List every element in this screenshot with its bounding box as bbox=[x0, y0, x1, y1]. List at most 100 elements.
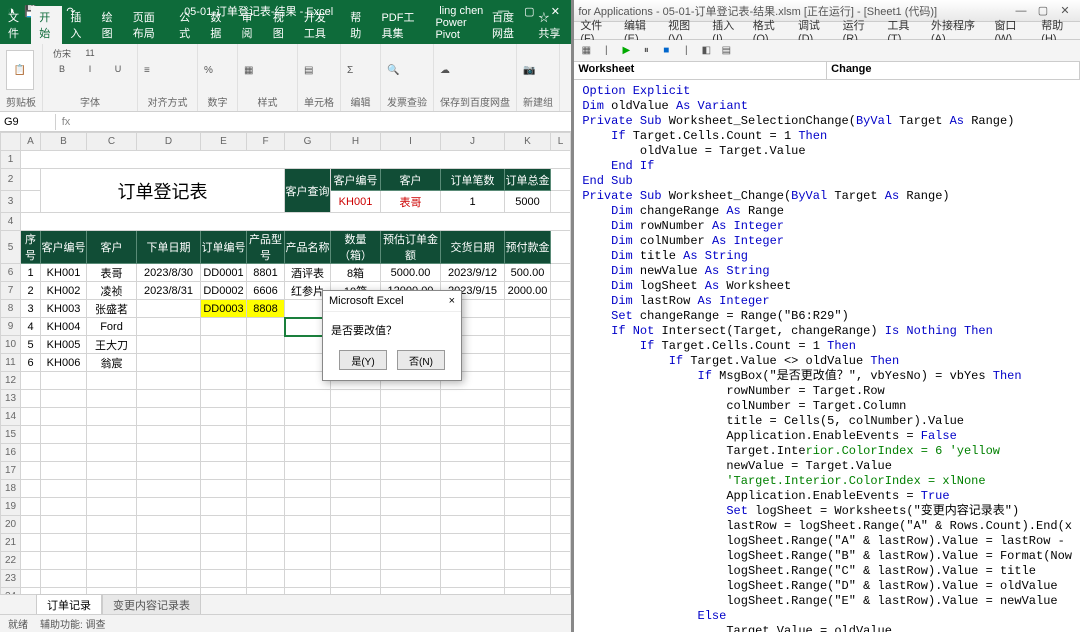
row-header[interactable]: 19 bbox=[1, 498, 21, 516]
cell[interactable]: KH001 bbox=[331, 191, 381, 213]
msgbox-close-icon[interactable]: × bbox=[449, 295, 455, 307]
row-header[interactable]: 18 bbox=[1, 480, 21, 498]
fontsize-select[interactable]: 11 bbox=[77, 46, 103, 60]
cell[interactable] bbox=[201, 426, 247, 444]
msgbox-yes-button[interactable]: 是(Y) bbox=[339, 350, 387, 370]
italic-button[interactable]: I bbox=[77, 62, 103, 76]
cell[interactable] bbox=[331, 408, 381, 426]
font-select[interactable]: 仿宋 bbox=[49, 46, 75, 60]
cell[interactable] bbox=[551, 552, 571, 570]
cell[interactable] bbox=[21, 408, 41, 426]
cell[interactable] bbox=[381, 408, 441, 426]
ribbon-tab-1[interactable]: 开始 bbox=[31, 6, 62, 44]
cell[interactable]: KH003 bbox=[41, 300, 87, 318]
cell[interactable] bbox=[21, 588, 41, 595]
cell[interactable] bbox=[87, 534, 137, 552]
cell[interactable] bbox=[201, 372, 247, 390]
cell[interactable]: 1 bbox=[441, 191, 505, 213]
cell[interactable]: 订单编号 bbox=[201, 231, 247, 264]
cell[interactable] bbox=[247, 408, 285, 426]
cell[interactable]: 2023/8/30 bbox=[137, 264, 201, 282]
cell[interactable]: 订单登记表 bbox=[41, 169, 285, 213]
cell[interactable]: 表哥 bbox=[87, 264, 137, 282]
cell[interactable] bbox=[551, 169, 571, 191]
vba-stop-icon[interactable]: ■ bbox=[658, 43, 674, 59]
cell[interactable] bbox=[137, 354, 201, 372]
cell[interactable]: 客户编号 bbox=[331, 169, 381, 191]
cell[interactable]: 序号 bbox=[21, 231, 41, 264]
cell[interactable] bbox=[137, 480, 201, 498]
cell[interactable] bbox=[201, 534, 247, 552]
cell[interactable] bbox=[285, 534, 331, 552]
cell[interactable]: DD0001 bbox=[201, 264, 247, 282]
cell[interactable]: 5 bbox=[21, 336, 41, 354]
row-header[interactable]: 6 bbox=[1, 264, 21, 282]
cell[interactable] bbox=[201, 390, 247, 408]
cell[interactable] bbox=[41, 444, 87, 462]
col-header[interactable]: C bbox=[87, 133, 137, 151]
row-header[interactable]: 14 bbox=[1, 408, 21, 426]
cell[interactable] bbox=[87, 462, 137, 480]
cell[interactable] bbox=[247, 372, 285, 390]
cell[interactable]: 5000 bbox=[505, 191, 551, 213]
ribbon-tab-6[interactable]: 数据 bbox=[202, 6, 233, 44]
cell[interactable] bbox=[381, 588, 441, 595]
row-header[interactable]: 15 bbox=[1, 426, 21, 444]
col-header[interactable]: D bbox=[137, 133, 201, 151]
cell[interactable] bbox=[441, 552, 505, 570]
cell[interactable] bbox=[505, 300, 551, 318]
cell[interactable] bbox=[247, 462, 285, 480]
row-header[interactable]: 8 bbox=[1, 300, 21, 318]
vba-project-icon[interactable]: ▤ bbox=[718, 43, 734, 59]
share-button[interactable]: ☆ 共享 bbox=[530, 6, 571, 44]
cell[interactable] bbox=[247, 498, 285, 516]
cell[interactable] bbox=[441, 480, 505, 498]
cell[interactable] bbox=[247, 336, 285, 354]
cell[interactable] bbox=[441, 444, 505, 462]
cell[interactable]: 凌祯 bbox=[87, 282, 137, 300]
sheet-tab-1[interactable]: 变更内容记录表 bbox=[102, 594, 201, 615]
cell[interactable] bbox=[285, 516, 331, 534]
cell[interactable] bbox=[21, 480, 41, 498]
cell[interactable] bbox=[331, 588, 381, 595]
row-header[interactable]: 7 bbox=[1, 282, 21, 300]
cell[interactable] bbox=[551, 588, 571, 595]
cell[interactable] bbox=[381, 462, 441, 480]
ribbon-tab-0[interactable]: 文件 bbox=[0, 6, 31, 44]
cell[interactable] bbox=[247, 390, 285, 408]
cell[interactable] bbox=[247, 426, 285, 444]
cell[interactable] bbox=[331, 570, 381, 588]
cell[interactable]: 客户 bbox=[381, 169, 441, 191]
cell[interactable] bbox=[285, 552, 331, 570]
cell[interactable]: 客户查询 bbox=[285, 169, 331, 213]
cell[interactable]: 500.00 bbox=[505, 264, 551, 282]
underline-button[interactable]: U bbox=[105, 62, 131, 76]
cell[interactable]: Ford bbox=[87, 318, 137, 336]
cell[interactable] bbox=[21, 390, 41, 408]
cell[interactable]: 2000.00 bbox=[505, 282, 551, 300]
cell[interactable] bbox=[285, 408, 331, 426]
cell[interactable] bbox=[87, 552, 137, 570]
cell[interactable] bbox=[21, 570, 41, 588]
cell[interactable] bbox=[285, 426, 331, 444]
cell[interactable] bbox=[21, 498, 41, 516]
row-header[interactable]: 16 bbox=[1, 444, 21, 462]
cell[interactable] bbox=[441, 516, 505, 534]
vba-min-icon[interactable]: — bbox=[1010, 5, 1032, 17]
cell[interactable]: 客户 bbox=[87, 231, 137, 264]
cell[interactable]: 预估订单金额 bbox=[381, 231, 441, 264]
cell[interactable] bbox=[381, 444, 441, 462]
cell[interactable] bbox=[505, 426, 551, 444]
cell[interactable] bbox=[87, 480, 137, 498]
cell[interactable] bbox=[21, 372, 41, 390]
cell[interactable]: 6606 bbox=[247, 282, 285, 300]
bold-button[interactable]: B bbox=[49, 62, 75, 76]
col-header[interactable]: E bbox=[201, 133, 247, 151]
cell[interactable] bbox=[137, 498, 201, 516]
cell[interactable] bbox=[505, 516, 551, 534]
cell[interactable] bbox=[381, 516, 441, 534]
cell[interactable] bbox=[551, 191, 571, 213]
ribbon-tab-12[interactable]: Power Pivot bbox=[427, 14, 484, 44]
cell[interactable]: 5000.00 bbox=[381, 264, 441, 282]
cell[interactable] bbox=[505, 372, 551, 390]
